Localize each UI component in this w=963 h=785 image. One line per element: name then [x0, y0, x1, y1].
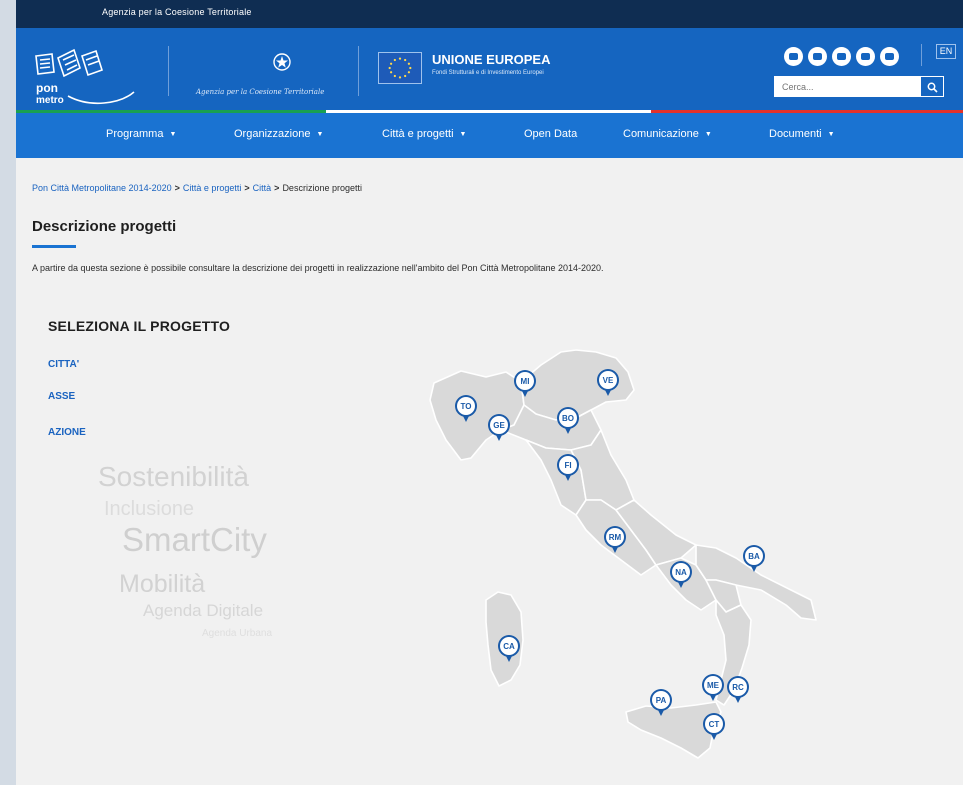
header-divider — [921, 44, 922, 66]
twitter-icon[interactable] — [784, 47, 803, 66]
map-pin-label: TO — [461, 402, 472, 411]
tag-mobilita[interactable]: Mobilità — [119, 570, 205, 599]
filter-citta[interactable]: CITTA' — [48, 359, 79, 370]
map-pin-label: RM — [609, 533, 622, 542]
vimeo-icon[interactable] — [880, 47, 899, 66]
header-divider — [358, 46, 359, 96]
tag-agenda-urbana[interactable]: Agenda Urbana — [202, 628, 272, 639]
map-pin-label: CT — [709, 720, 720, 729]
chevron-down-icon: ▼ — [827, 131, 835, 138]
nav-comunicazione[interactable]: Comunicazione ▼ — [623, 128, 712, 140]
site-header: pon metro Agenzia per la Coesione Territ… — [16, 28, 963, 112]
pon-metro-logo[interactable]: pon metro — [30, 48, 135, 106]
map-pin-label: VE — [603, 376, 614, 385]
eu-title: UNIONE EUROPEA — [432, 52, 551, 67]
map-pin-label: PA — [656, 696, 667, 705]
nav-programma[interactable]: Programma ▼ — [106, 128, 176, 140]
map-pin-label: BA — [748, 552, 760, 561]
chevron-down-icon: ▼ — [704, 131, 712, 138]
map-region-nord-ovest — [429, 370, 525, 461]
selector-title: SELEZIONA IL PROGETTO — [48, 318, 231, 334]
pon-metro-logo-text: pon — [36, 81, 58, 95]
breadcrumb-link-citta[interactable]: Città — [253, 183, 272, 193]
breadcrumb-current: Descrizione progetti — [282, 183, 362, 193]
agency-label: Agenzia per la Coesione Territoriale — [102, 7, 252, 17]
breadcrumb-link-home[interactable]: Pon Città Metropolitane 2014-2020 — [32, 183, 172, 193]
nav-organizzazione[interactable]: Organizzazione ▼ — [234, 128, 323, 140]
tag-smartcity[interactable]: SmartCity — [122, 521, 267, 559]
tag-agenda-digitale[interactable]: Agenda Digitale — [143, 601, 263, 621]
header-divider — [168, 46, 169, 96]
italy-map[interactable]: MI VE TO GE BO FI RM NA BA CA PA ME RC CT — [406, 340, 826, 780]
youtube-icon[interactable] — [808, 47, 827, 66]
breadcrumb-link-citta-e-progetti[interactable]: Città e progetti — [183, 183, 242, 193]
map-pin-rc[interactable]: RC — [727, 676, 749, 703]
map-pin-label: CA — [503, 642, 515, 651]
search-icon — [927, 82, 938, 93]
page-title: Descrizione progetti — [32, 218, 177, 235]
chevron-down-icon: ▼ — [169, 131, 177, 138]
map-pin-label: BO — [562, 414, 574, 423]
breadcrumb-separator: > — [274, 183, 280, 193]
nav-documenti[interactable]: Documenti ▼ — [769, 128, 835, 140]
nav-citta-e-progetti[interactable]: Città e progetti ▼ — [382, 128, 466, 140]
tag-sostenibilita[interactable]: Sostenibilità — [98, 461, 249, 493]
tag-inclusione[interactable]: Inclusione — [104, 498, 194, 521]
chevron-down-icon: ▼ — [459, 131, 467, 138]
breadcrumb-separator: > — [174, 183, 180, 193]
language-switch[interactable]: EN — [936, 44, 956, 59]
filter-azione[interactable]: AZIONE — [48, 427, 86, 438]
chevron-down-icon: ▼ — [316, 131, 324, 138]
map-pin-label: ME — [707, 681, 720, 690]
search-input[interactable] — [774, 76, 920, 97]
map-pin-label: NA — [675, 568, 687, 577]
instagram-icon[interactable] — [832, 47, 851, 66]
map-pin-label: GE — [493, 421, 505, 430]
top-strip: Agenzia per la Coesione Territoriale — [16, 0, 963, 28]
filter-asse[interactable]: ASSE — [48, 391, 75, 402]
search-button[interactable] — [920, 76, 944, 97]
nav-open-data[interactable]: Open Data — [524, 128, 577, 140]
svg-text:metro: metro — [36, 95, 64, 106]
intro-text: A partire da questa sezione è possibile … — [32, 263, 604, 273]
page: Agenzia per la Coesione Territoriale pon… — [16, 0, 963, 785]
breadcrumb-separator: > — [244, 183, 250, 193]
title-underline — [32, 245, 76, 248]
map-pin-label: FI — [564, 461, 571, 470]
map-pin-label: RC — [732, 683, 744, 692]
eu-subtitle: Fondi Strutturali e di Investimento Euro… — [432, 70, 544, 76]
italian-republic-emblem-icon — [273, 53, 291, 71]
main-nav: Programma ▼ Organizzazione ▼ Città e proge… — [16, 113, 963, 158]
gov-agency-name: Agenzia per la Coesione Territoriale — [196, 88, 325, 96]
map-pin-label: MI — [521, 377, 530, 386]
flickr-icon[interactable] — [856, 47, 875, 66]
breadcrumb: Pon Città Metropolitane 2014-2020 > Città … — [32, 183, 362, 193]
eu-flag-icon — [378, 52, 422, 84]
